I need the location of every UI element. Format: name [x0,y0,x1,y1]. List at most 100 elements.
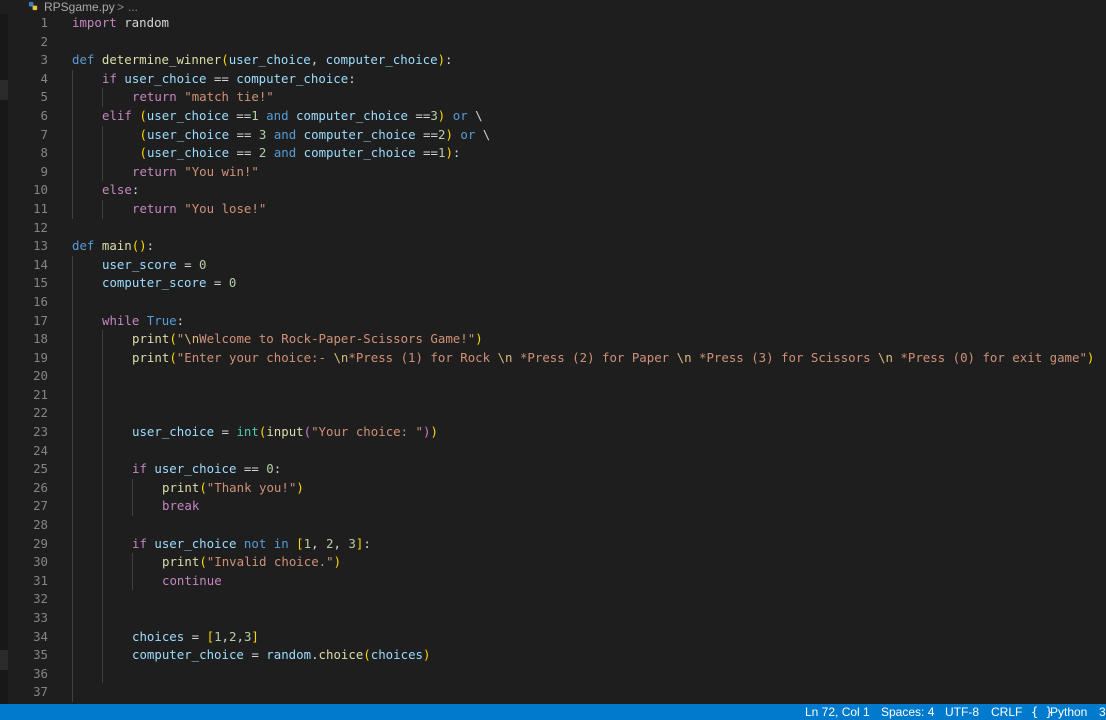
breadcrumb-filename[interactable]: RPSgame.py [44,0,115,14]
code-line[interactable]: 36 [0,664,1106,684]
code-line[interactable]: 11 return "You lose!" [0,199,1106,219]
code-line[interactable]: 13 def main(): [0,237,1106,256]
line-number: 23 [33,424,48,440]
line-number: 25 [33,461,48,477]
code-token: or [460,126,476,142]
code-line[interactable]: 1 import random [0,14,1106,33]
code-line[interactable]: 8 (user_choice == 2 and computer_choice =… [0,144,1106,163]
code-line[interactable]: 10 else: [0,181,1106,200]
code-line[interactable]: 17 while True: [0,311,1106,331]
code-text: user_choice = int(input("Your choice: ")… [132,423,438,442]
code-token: ) [445,126,453,142]
code-token: user_choice [124,70,207,86]
code-token: print [162,479,200,495]
code-token: choice [318,647,364,663]
indent-guide [102,330,103,349]
indent-guide [72,683,73,702]
indentation-setting[interactable]: Spaces: 4 [881,704,934,720]
code-line[interactable]: 33 [0,609,1106,628]
notifications-count[interactable]: 3 [1099,704,1106,720]
indent-guide [72,255,73,275]
line-number: 31 [33,572,48,588]
code-editor[interactable]: 1 import random 2 3 def determine_winner(use… [0,14,1106,704]
code-token: ) [475,331,483,347]
code-token: computer_choice [296,107,408,123]
status-bar: Ln 72, Col 1 Spaces: 4 UTF-8 CRLF { } Py… [0,704,1106,720]
code-line[interactable]: 14 user_score = 0 [0,255,1106,275]
indent-guide [102,460,103,479]
code-line[interactable]: 24 [0,441,1106,461]
code-token: 1 [303,535,312,551]
code-text: if user_choice not in [1, 2, 3]: [132,535,371,554]
code-token: def [72,52,95,68]
code-token: , [333,535,349,551]
code-line[interactable]: 32 [0,590,1106,609]
breadcrumb-symbols[interactable]: ... [128,0,138,14]
code-line[interactable]: 29 if user_choice not in [1, 2, 3]: [0,534,1106,554]
code-line[interactable]: 35 computer_choice = random.choice(choice… [0,646,1106,665]
line-number: 3 [40,52,48,68]
code-token: determine_winner [101,52,222,68]
code-line[interactable]: 3 def determine_winner(user_choice, compu… [0,51,1106,70]
indent-guide [72,478,73,498]
code-line[interactable]: 20 [0,367,1106,386]
line-number: 22 [33,405,48,421]
indent-guide [72,423,73,442]
code-token: == [229,145,259,161]
code-line[interactable]: 21 [0,385,1106,405]
code-token: *Press (2) for Paper [512,349,677,365]
code-token: 1 [251,107,259,123]
line-ending-setting[interactable]: CRLF [991,704,1022,720]
code-line[interactable]: 30 print("Invalid choice.") [0,553,1106,572]
encoding-setting[interactable]: UTF-8 [945,704,979,720]
line-number: 5 [40,89,48,105]
code-line[interactable]: 25 if user_choice == 0: [0,460,1106,479]
code-line[interactable]: 12 [0,219,1106,238]
indent-guide [102,664,103,684]
code-text: print("Thank you!") [162,479,304,498]
indent-guide [132,571,133,591]
code-line[interactable]: 27 break [0,497,1106,517]
code-token: 2 [326,535,334,551]
code-line[interactable]: 4 if user_choice == computer_choice: [0,69,1106,89]
code-line[interactable]: 16 [0,292,1106,312]
language-mode[interactable]: Python [1050,704,1087,720]
code-line[interactable]: 9 return "You win!" [0,162,1106,182]
code-line[interactable]: 7 (user_choice == 3 and computer_choice =… [0,125,1106,145]
code-token: user_choice [146,107,229,123]
code-token: if [132,535,147,551]
code-line[interactable]: 2 [0,33,1106,52]
indent-guide [102,553,103,572]
code-token: ) [333,554,342,570]
code-line[interactable]: 22 [0,404,1106,424]
code-line[interactable]: 28 [0,516,1106,535]
code-line[interactable]: 23 user_choice = int(input("Your choice: … [0,423,1106,442]
indent-guide [72,348,73,368]
code-token: computer_choice [325,52,438,68]
code-token: : [348,70,356,86]
code-line[interactable]: 18 print("\nWelcome to Rock-Paper-Scissor… [0,330,1106,349]
code-token: \ [467,107,483,123]
indent-guide [72,385,73,405]
code-line[interactable]: 37 [0,683,1106,702]
code-line[interactable]: 19 print("Enter your choice:- \n*Press (1… [0,348,1106,368]
code-text: break [162,497,199,516]
line-number: 28 [33,517,48,533]
code-token: 1 [214,628,222,644]
code-line[interactable]: 5 return "match tie!" [0,88,1106,107]
code-line[interactable]: 6 elif (user_choice ==1 and computer_choi… [0,106,1106,126]
indent-guide [102,88,103,107]
code-line[interactable]: 15 computer_score = 0 [0,274,1106,293]
cursor-position[interactable]: Ln 72, Col 1 [805,704,870,720]
code-line[interactable]: 31 continue [0,571,1106,591]
code-token: , [236,628,244,644]
code-line[interactable]: 34 choices = [1,2,3] [0,627,1106,647]
code-text: return "You win!" [132,163,259,182]
code-token: True [146,312,177,328]
code-line[interactable]: 26 print("Thank you!") [0,478,1106,498]
chevron-right-icon: > [117,0,125,14]
code-text: print("Enter your choice:- \n*Press (1) … [132,349,1094,368]
indent-guide [72,571,73,591]
